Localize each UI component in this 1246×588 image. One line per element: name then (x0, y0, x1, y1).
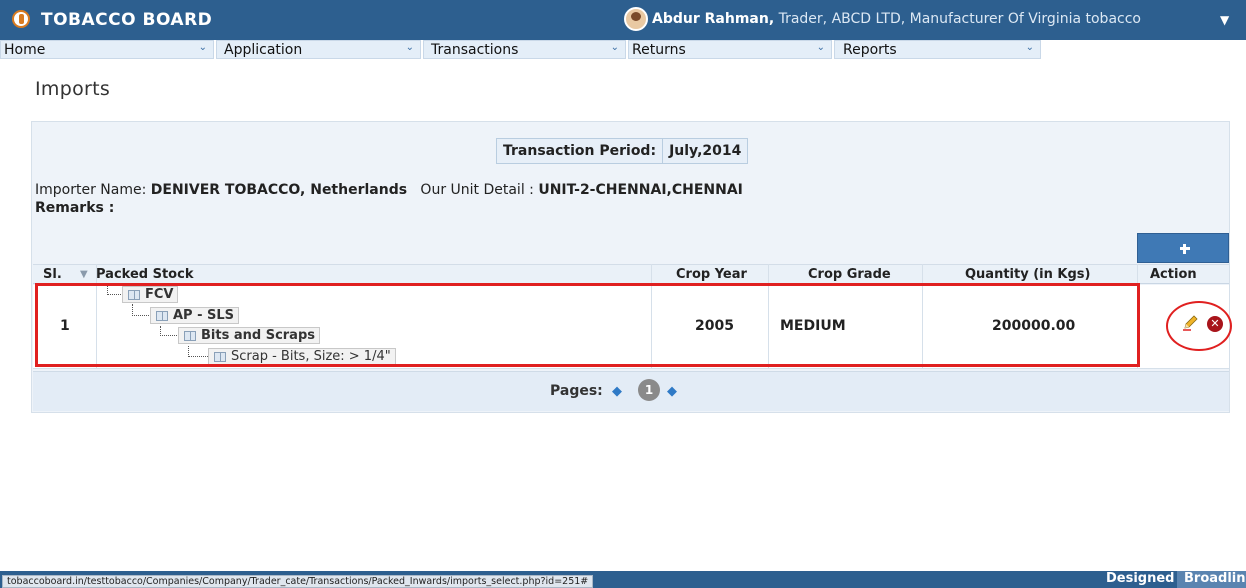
user-avatar[interactable] (624, 7, 648, 31)
page-title: Imports (35, 78, 111, 100)
col-crop-grade[interactable]: Crop Grade (808, 267, 891, 282)
transaction-period-value: July,2014 (663, 139, 748, 163)
transaction-period: Transaction Period: July,2014 (496, 138, 749, 164)
menu-returns-label: Returns (632, 42, 686, 58)
menu-reports[interactable]: Reports ⌄ (834, 40, 1041, 59)
menu-home-label: Home (4, 42, 46, 58)
unit-label: Our Unit Detail : (420, 182, 534, 198)
pagination-bar (33, 371, 1229, 411)
sort-down-icon[interactable]: ▼ (80, 269, 88, 280)
tobacco-board-logo-icon (12, 10, 30, 28)
caret-down-icon[interactable]: ▼ (1220, 13, 1229, 27)
chevron-down-icon: ⌄ (610, 42, 619, 53)
menu-reports-label: Reports (843, 42, 897, 58)
chevron-down-icon: ⌄ (1025, 42, 1034, 53)
user-name: Abdur Rahman, (652, 11, 775, 27)
importer-value: DENIVER TOBACCO, Netherlands (150, 182, 408, 198)
col-action: Action (1150, 267, 1197, 282)
next-page-icon[interactable]: ◆ (667, 384, 677, 399)
menu-transactions-label: Transactions (431, 42, 519, 58)
col-crop-year[interactable]: Crop Year (676, 267, 747, 282)
chevron-down-icon: ⌄ (198, 42, 207, 53)
menu-home[interactable]: Home ⌄ (0, 40, 214, 59)
highlight-circle (1166, 301, 1232, 351)
col-quantity[interactable]: Quantity (in Kgs) (965, 267, 1090, 282)
transaction-period-label: Transaction Period: (497, 139, 664, 163)
top-header: TOBACCO BOARD Abdur Rahman, Trader, ABCD… (0, 0, 1246, 40)
importer-label: Importer Name: (35, 182, 147, 198)
col-packed-stock[interactable]: Packed Stock (96, 267, 193, 282)
menu-returns[interactable]: Returns ⌄ (628, 40, 832, 59)
prev-page-icon[interactable]: ◆ (612, 384, 622, 399)
user-info[interactable]: Abdur Rahman, Trader, ABCD LTD, Manufact… (652, 11, 1141, 27)
status-url: tobaccoboard.in/testtobacco/Companies/Co… (2, 575, 594, 588)
chevron-down-icon: ⌄ (816, 42, 825, 53)
brand-title: TOBACCO BOARD (41, 10, 213, 30)
page-number-current[interactable]: 1 (638, 379, 660, 401)
col-sl[interactable]: Sl. (43, 267, 62, 282)
add-button[interactable] (1137, 233, 1229, 263)
highlight-rectangle (35, 283, 1140, 367)
pages-label: Pages: (550, 383, 603, 399)
chevron-down-icon: ⌄ (405, 42, 414, 53)
user-detail: Trader, ABCD LTD, Manufacturer Of Virgin… (774, 11, 1141, 27)
menu-application-label: Application (224, 42, 303, 58)
menu-application[interactable]: Application ⌄ (216, 40, 421, 59)
unit-value: UNIT-2-CHENNAI,CHENNAI (538, 182, 743, 198)
importer-details: Importer Name: DENIVER TOBACCO, Netherla… (35, 182, 743, 198)
designer-link[interactable]: Broadline (1177, 571, 1246, 588)
menu-transactions[interactable]: Transactions ⌄ (423, 40, 626, 59)
table-header: Sl. ▼ Packed Stock Crop Year Crop Grade … (33, 264, 1229, 284)
remarks-label: Remarks : (35, 200, 115, 216)
